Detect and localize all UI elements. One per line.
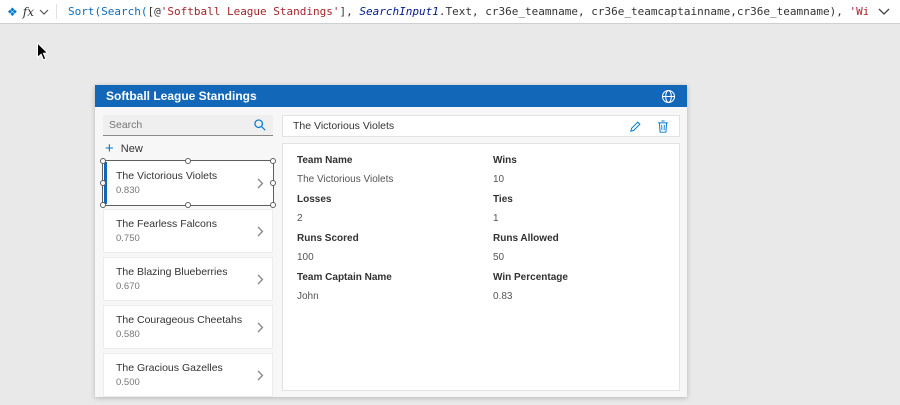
selection-handle[interactable]	[100, 180, 106, 186]
field-label: Runs Scored	[297, 233, 469, 244]
formula-input[interactable]: Sort(Search([@'Softball League Standings…	[68, 5, 868, 18]
team-name: The Gracious Gazelles	[116, 362, 223, 374]
field-label: Ties	[493, 194, 665, 205]
selection-handle[interactable]	[100, 202, 106, 208]
field-label: Losses	[297, 194, 469, 205]
chevron-right-icon[interactable]	[257, 370, 264, 381]
selection-handle[interactable]	[270, 158, 276, 164]
formula-bar-divider	[56, 4, 57, 19]
chevron-right-icon[interactable]	[257, 226, 264, 237]
gallery-item[interactable]: The Gracious Gazelles 0.500	[103, 353, 273, 397]
form-field: Runs Scored 100	[297, 233, 469, 263]
team-win-pct: 0.500	[116, 377, 223, 388]
field-label: Wins	[493, 155, 665, 166]
form-field: Ties 1	[493, 194, 665, 224]
field-label: Runs Allowed	[493, 233, 665, 244]
selection-handle[interactable]	[100, 158, 106, 164]
formula-token: 'Softball League Standings'	[161, 5, 340, 18]
mouse-cursor-icon	[36, 42, 49, 62]
selection-handle[interactable]	[270, 202, 276, 208]
formula-token: 'Win Percentage'	[850, 5, 869, 18]
new-record-label: New	[121, 143, 143, 155]
selection-handle[interactable]	[185, 158, 191, 164]
formula-token: [@	[147, 5, 160, 18]
field-value: The Victorious Violets	[297, 174, 469, 185]
team-win-pct: 0.830	[116, 185, 217, 196]
form-field: Wins 10	[493, 155, 665, 185]
detail-title: The Victorious Violets	[293, 120, 394, 132]
design-canvas[interactable]: Softball League Standings	[0, 24, 900, 405]
form-field: Losses 2	[297, 194, 469, 224]
plus-icon: +	[105, 142, 114, 156]
app-title: Softball League Standings	[106, 89, 257, 103]
formula-token: Search(	[101, 5, 147, 18]
new-record-button[interactable]: + New	[105, 141, 143, 157]
chevron-right-icon[interactable]	[257, 178, 264, 189]
field-label: Team Name	[297, 155, 469, 166]
field-value: John	[297, 291, 469, 302]
formula-token: .Text, cr36e_teamname, cr36e_teamcaptain…	[439, 5, 850, 18]
globe-icon[interactable]	[661, 89, 676, 104]
team-win-pct: 0.580	[116, 329, 242, 340]
formula-bar: ❖ fx Sort(Search([@'Softball League Stan…	[0, 0, 900, 24]
field-value: 1	[493, 213, 665, 224]
field-value: 100	[297, 252, 469, 263]
team-win-pct: 0.750	[116, 233, 217, 244]
formula-token: ],	[340, 5, 360, 18]
property-dropdown-chevron-icon[interactable]	[39, 9, 49, 15]
gallery-item[interactable]: The Fearless Falcons 0.750	[103, 209, 273, 253]
delete-icon[interactable]	[657, 120, 669, 133]
formula-token: Sort(	[68, 5, 101, 18]
detail-header: The Victorious Violets	[282, 115, 680, 137]
search-box[interactable]	[103, 115, 273, 136]
field-value: 0.83	[493, 291, 665, 302]
field-value: 50	[493, 252, 665, 263]
team-name: The Blazing Blueberries	[116, 266, 227, 278]
search-input[interactable]	[109, 119, 253, 131]
chevron-right-icon[interactable]	[257, 322, 264, 333]
team-win-pct: 0.670	[116, 281, 227, 292]
formula-token: SearchInput1	[359, 5, 438, 18]
gallery-item[interactable]: The Courageous Cheetahs 0.580	[103, 305, 273, 349]
team-name: The Courageous Cheetahs	[116, 314, 242, 326]
fx-label: fx	[23, 5, 34, 19]
field-label: Team Captain Name	[297, 272, 469, 283]
power-apps-studio: ❖ fx Sort(Search([@'Softball League Stan…	[0, 0, 900, 405]
app-header[interactable]: Softball League Standings	[95, 85, 687, 107]
form-field: Team Captain Name John	[297, 272, 469, 302]
selection-handle[interactable]	[185, 202, 191, 208]
gallery-item-selected[interactable]: The Victorious Violets 0.830	[103, 161, 273, 205]
team-name: The Fearless Falcons	[116, 218, 217, 230]
power-fx-icon: ❖	[7, 6, 18, 18]
field-label: Win Percentage	[493, 272, 665, 283]
form-field: Team Name The Victorious Violets	[297, 155, 469, 185]
field-value: 10	[493, 174, 665, 185]
team-name: The Victorious Violets	[116, 170, 217, 182]
form-field: Runs Allowed 50	[493, 233, 665, 263]
form-field: Win Percentage 0.83	[493, 272, 665, 302]
formula-bar-controls: ❖ fx	[0, 4, 68, 19]
selection-handle[interactable]	[270, 180, 276, 186]
team-gallery: The Victorious Violets 0.830 The Fearles…	[103, 161, 273, 401]
search-icon[interactable]	[253, 118, 267, 132]
gallery-item[interactable]: The Blazing Blueberries 0.670	[103, 257, 273, 301]
expand-formula-bar-chevron-icon[interactable]	[878, 8, 890, 15]
chevron-right-icon[interactable]	[257, 274, 264, 285]
detail-form[interactable]: Team Name The Victorious Violets Wins 10…	[282, 143, 680, 391]
field-value: 2	[297, 213, 469, 224]
app-screen[interactable]: Softball League Standings	[95, 85, 687, 397]
edit-icon[interactable]	[629, 120, 642, 133]
